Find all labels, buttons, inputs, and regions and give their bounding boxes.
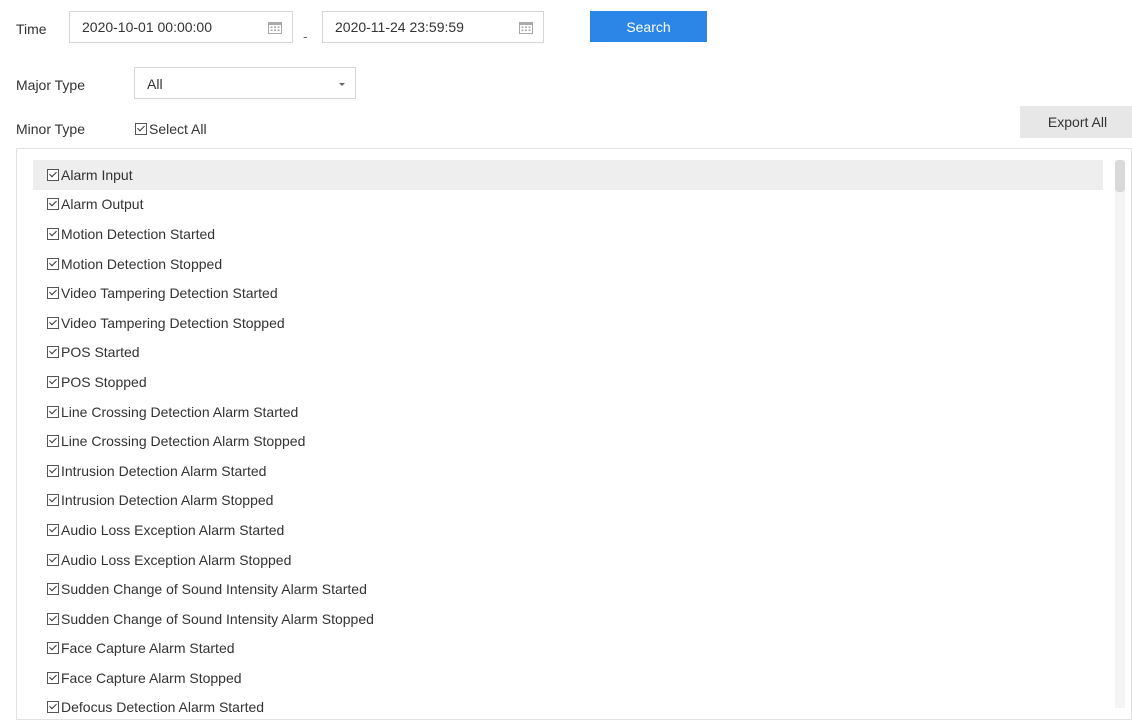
list-item[interactable]: Sudden Change of Sound Intensity Alarm S…: [33, 604, 1103, 634]
list-item[interactable]: Face Capture Alarm Stopped: [33, 663, 1103, 693]
major-type-value: All: [147, 76, 163, 92]
chevron-down-icon: [339, 83, 345, 86]
select-all-checkbox[interactable]: Select All: [135, 121, 207, 137]
list-item-label: POS Started: [61, 344, 140, 361]
list-item[interactable]: Intrusion Detection Alarm Stopped: [33, 486, 1103, 516]
list-item-label: Motion Detection Started: [61, 225, 216, 242]
list-item-label: Defocus Detection Alarm Started: [61, 699, 265, 716]
list-item-label: Line Crossing Detection Alarm Started: [61, 403, 299, 420]
list-item[interactable]: Line Crossing Detection Alarm Started: [33, 397, 1103, 427]
checkbox-checked-icon[interactable]: [47, 346, 59, 359]
calendar-icon[interactable]: [519, 21, 533, 34]
list-item-label: Audio Loss Exception Alarm Started: [61, 521, 285, 538]
list-item[interactable]: Audio Loss Exception Alarm Stopped: [33, 545, 1103, 575]
list-item-label: Sudden Change of Sound Intensity Alarm S…: [61, 610, 374, 627]
list-item[interactable]: Motion Detection Stopped: [33, 249, 1103, 279]
list-item-label: Alarm Input: [61, 166, 133, 183]
checkbox-checked-icon[interactable]: [47, 612, 59, 625]
list-item-label: Intrusion Detection Alarm Stopped: [61, 492, 274, 509]
checkbox-checked-icon[interactable]: [47, 494, 59, 507]
list-item[interactable]: Alarm Input: [33, 160, 1103, 190]
list-item-label: Video Tampering Detection Stopped: [61, 314, 285, 331]
checkbox-checked-icon[interactable]: [47, 435, 59, 448]
scrollbar-thumb[interactable]: [1115, 160, 1125, 192]
list-item-label: Alarm Output: [61, 196, 144, 213]
export-all-button[interactable]: Export All: [1020, 106, 1132, 138]
range-separator: -: [303, 28, 308, 44]
checkbox-checked-icon[interactable]: [47, 198, 59, 211]
list-item[interactable]: Defocus Detection Alarm Started: [33, 693, 1103, 719]
checkbox-checked-icon[interactable]: [47, 257, 59, 270]
checkbox-checked-icon[interactable]: [135, 123, 147, 135]
checkbox-checked-icon[interactable]: [47, 375, 59, 388]
checkbox-checked-icon[interactable]: [47, 168, 59, 181]
checkbox-checked-icon[interactable]: [47, 642, 59, 655]
checkbox-checked-icon[interactable]: [47, 227, 59, 240]
calendar-icon[interactable]: [268, 21, 282, 34]
list-item[interactable]: Video Tampering Detection Started: [33, 278, 1103, 308]
list-item-label: POS Stopped: [61, 373, 147, 390]
minor-type-list-panel: Alarm Input Alarm Output Motion Detectio…: [16, 148, 1132, 720]
list-item[interactable]: Sudden Change of Sound Intensity Alarm S…: [33, 574, 1103, 604]
list-item-label: Audio Loss Exception Alarm Stopped: [61, 551, 292, 568]
major-type-select[interactable]: All: [134, 67, 356, 99]
list-item[interactable]: Intrusion Detection Alarm Started: [33, 456, 1103, 486]
end-time-value: 2020-11-24 23:59:59: [335, 19, 464, 35]
checkbox-checked-icon[interactable]: [47, 701, 59, 714]
list-item-label: Face Capture Alarm Stopped: [61, 669, 242, 686]
list-item[interactable]: Alarm Output: [33, 190, 1103, 220]
checkbox-checked-icon[interactable]: [47, 671, 59, 684]
minor-type-list: Alarm Input Alarm Output Motion Detectio…: [33, 160, 1103, 719]
checkbox-checked-icon[interactable]: [47, 405, 59, 418]
end-time-field[interactable]: 2020-11-24 23:59:59: [322, 11, 544, 43]
list-item[interactable]: POS Started: [33, 338, 1103, 368]
list-item[interactable]: Audio Loss Exception Alarm Started: [33, 515, 1103, 545]
checkbox-checked-icon[interactable]: [47, 464, 59, 477]
major-type-label: Major Type: [16, 77, 85, 93]
list-item-label: Motion Detection Stopped: [61, 255, 223, 272]
checkbox-checked-icon[interactable]: [47, 287, 59, 300]
list-item[interactable]: Face Capture Alarm Started: [33, 634, 1103, 664]
list-scrollbar[interactable]: [1115, 160, 1125, 708]
time-label: Time: [16, 21, 47, 37]
checkbox-checked-icon[interactable]: [47, 316, 59, 329]
start-time-field[interactable]: 2020-10-01 00:00:00: [69, 11, 293, 43]
checkbox-checked-icon[interactable]: [47, 553, 59, 566]
checkbox-checked-icon[interactable]: [47, 523, 59, 536]
select-all-label: Select All: [149, 121, 207, 137]
search-button[interactable]: Search: [590, 11, 707, 42]
list-item[interactable]: Motion Detection Started: [33, 219, 1103, 249]
list-item-label: Sudden Change of Sound Intensity Alarm S…: [61, 581, 367, 598]
list-item[interactable]: Video Tampering Detection Stopped: [33, 308, 1103, 338]
list-item-label: Video Tampering Detection Started: [61, 285, 278, 302]
list-item-label: Intrusion Detection Alarm Started: [61, 462, 267, 479]
checkbox-checked-icon[interactable]: [47, 583, 59, 596]
minor-type-label: Minor Type: [16, 121, 85, 137]
start-time-value: 2020-10-01 00:00:00: [82, 19, 212, 35]
list-item[interactable]: Line Crossing Detection Alarm Stopped: [33, 426, 1103, 456]
list-item[interactable]: POS Stopped: [33, 367, 1103, 397]
list-item-label: Line Crossing Detection Alarm Stopped: [61, 433, 306, 450]
list-item-label: Face Capture Alarm Started: [61, 640, 235, 657]
